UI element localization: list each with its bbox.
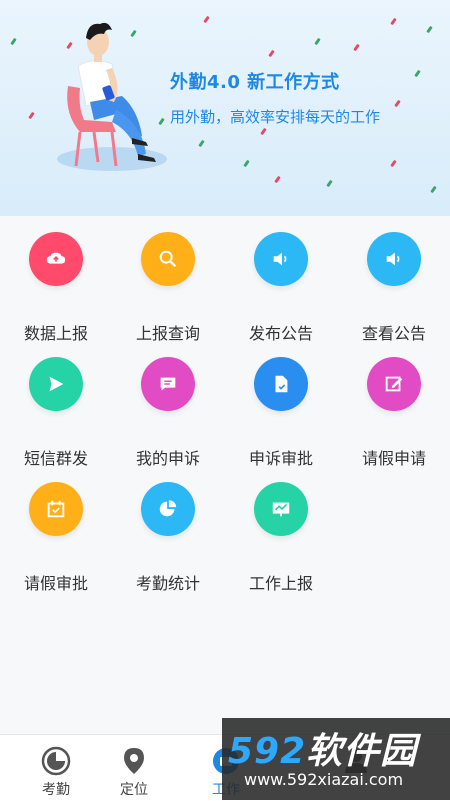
cloud-upload-icon: [29, 232, 83, 286]
confetti-decoration: [274, 175, 281, 184]
person-illustration: [57, 22, 167, 171]
search-icon: [141, 232, 195, 286]
watermark-brand-number: 592: [228, 731, 307, 772]
confetti-decoration: [314, 37, 321, 46]
confetti-decoration: [390, 159, 397, 168]
grid-item-appeal-approval[interactable]: 申诉审批: [225, 357, 337, 469]
confetti-decoration: [390, 17, 397, 26]
grid-item-sms-broadcast[interactable]: 短信群发: [0, 357, 112, 469]
confetti-decoration: [394, 99, 401, 108]
grid-item-label: 请假申请: [361, 449, 426, 468]
grid-item-label: 我的申诉: [135, 449, 200, 468]
speaker-icon: [254, 232, 308, 286]
confetti-decoration: [430, 185, 437, 194]
grid-item-work-report[interactable]: 工作上报: [225, 482, 337, 594]
grid-item-label: 考勤统计: [135, 574, 200, 593]
function-grid: 数据上报 上报查询 发布公告 查看公告 短信群发 我的申诉 申诉审批 请假申请 …: [0, 216, 450, 734]
confetti-decoration: [260, 127, 267, 136]
grid-item-label: 发布公告: [248, 324, 313, 343]
grid-item-attendance-stats[interactable]: 考勤统计: [112, 482, 224, 594]
banner-title: 外勤4.0 新工作方式: [170, 72, 340, 93]
grid-item-leave-approval[interactable]: 请假审批: [0, 482, 112, 594]
send-icon: [29, 357, 83, 411]
pie-chart-icon: [141, 482, 195, 536]
confetti-decoration: [10, 37, 17, 46]
confetti-decoration: [28, 111, 35, 120]
confetti-decoration: [243, 159, 250, 168]
grid-item-my-appeal[interactable]: 我的申诉: [112, 357, 224, 469]
banner: 外勤4.0 新工作方式 用外勤，高效率安排每天的工作: [0, 0, 450, 216]
banner-subtitle: 用外勤，高效率安排每天的工作: [170, 108, 381, 126]
grid-item-report-query[interactable]: 上报查询: [112, 232, 224, 344]
grid-item-label: 上报查询: [135, 324, 200, 343]
grid-item-label: 请假审批: [23, 574, 88, 593]
confetti-decoration: [426, 25, 433, 34]
grid-item-label: 查看公告: [361, 324, 426, 343]
confetti-decoration: [198, 139, 205, 148]
clock-icon: [41, 746, 71, 776]
confetti-decoration: [268, 49, 275, 58]
grid-item-label: 申诉审批: [248, 449, 313, 468]
grid-item-publish-notice[interactable]: 发布公告: [225, 232, 337, 344]
grid-item-label: 工作上报: [248, 574, 313, 593]
grid-item-label: 数据上报: [23, 324, 88, 343]
message-icon: [141, 357, 195, 411]
calendar-check-icon: [29, 482, 83, 536]
confetti-decoration: [326, 179, 333, 188]
watermark-url: www.592xiazai.com: [244, 770, 404, 789]
watermark-brand-text: 软件园: [306, 731, 418, 772]
speaker-icon: [367, 232, 421, 286]
confetti-decoration: [353, 43, 360, 52]
grid-item-label: 短信群发: [23, 449, 88, 468]
location-pin-icon: [124, 748, 144, 774]
grid-item-data-report[interactable]: 数据上报: [0, 232, 112, 344]
confetti-decoration: [203, 15, 210, 24]
confetti-decoration: [414, 69, 421, 78]
watermark-brand: 592软件园: [228, 722, 417, 774]
edit-icon: [367, 357, 421, 411]
grid-item-leave-request[interactable]: 请假申请: [338, 357, 450, 469]
document-check-icon: [254, 357, 308, 411]
presentation-chart-icon: [254, 482, 308, 536]
watermark-logo: 592软件园 www.592xiazai.com: [222, 718, 450, 800]
grid-item-view-notice[interactable]: 查看公告: [338, 232, 450, 344]
